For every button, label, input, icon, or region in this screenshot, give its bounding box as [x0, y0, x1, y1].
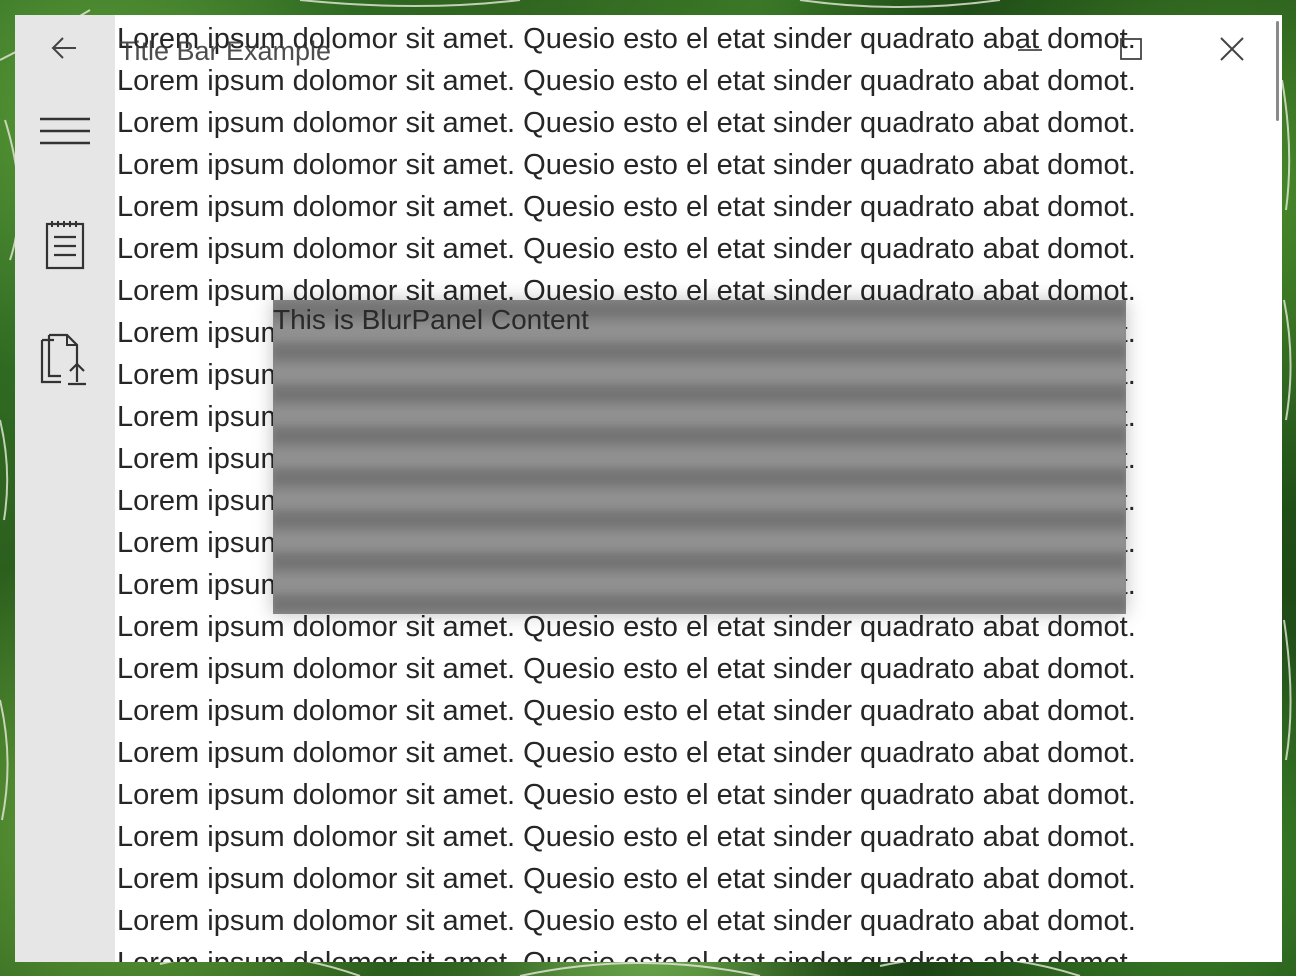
maximize-icon [1120, 38, 1142, 60]
content-line: Lorem ipsum dolomor sit amet. Quesio est… [117, 107, 1136, 139]
content-line: Lorem ipsum dolomor sit amet. Quesio est… [117, 821, 1136, 853]
vertical-scrollbar[interactable] [1270, 15, 1282, 962]
content-line: Lorem ipsum dolomor sit amet. Quesio est… [117, 737, 1136, 769]
close-icon [1220, 37, 1244, 61]
content-line: Lorem ipsum dolomor sit amet. Quesio est… [117, 233, 1136, 265]
hamburger-menu-button[interactable] [35, 101, 95, 161]
content-line: Lorem ipsum dolomor sit amet. Quesio est… [117, 905, 1136, 937]
content-line: Lorem ipsum dolomor sit amet. Quesio est… [117, 779, 1136, 811]
close-button[interactable] [1202, 27, 1262, 71]
content-line: Lorem ipsum dolomor sit amet. Quesio est… [117, 942, 1136, 962]
blur-panel: This is BlurPanel Content [273, 300, 1126, 614]
nav-item-upload[interactable] [35, 329, 95, 389]
scroll-thumb[interactable] [1276, 21, 1279, 121]
window-title: Title Bar Example [119, 36, 332, 66]
nav-item-notes[interactable] [35, 215, 95, 275]
maximize-button[interactable] [1101, 27, 1161, 71]
blurred-backdrop [273, 300, 1126, 614]
minimize-button[interactable] [1000, 27, 1060, 71]
hamburger-menu-icon [40, 117, 90, 145]
arrow-left-icon [51, 37, 76, 59]
minimize-icon [1018, 49, 1042, 51]
blur-panel-content: This is BlurPanel Content [273, 304, 589, 335]
content-line: Lorem ipsum dolomor sit amet. Quesio est… [117, 653, 1136, 685]
content-line: Lorem ipsum dolomor sit amet. Quesio est… [117, 191, 1136, 223]
navigation-pane [15, 15, 115, 962]
document-upload-icon [40, 333, 86, 386]
back-button[interactable] [35, 18, 95, 78]
notepad-icon [45, 221, 85, 270]
content-line: Lorem ipsum dolomor sit amet. Quesio est… [117, 863, 1136, 895]
content-line: Lorem ipsum dolomor sit amet. Quesio est… [117, 695, 1136, 727]
app-window: Lorem ipsum dolomor sit amet. Quesio est… [15, 15, 1282, 962]
content-line: Lorem ipsum dolomor sit amet. Quesio est… [117, 149, 1136, 181]
